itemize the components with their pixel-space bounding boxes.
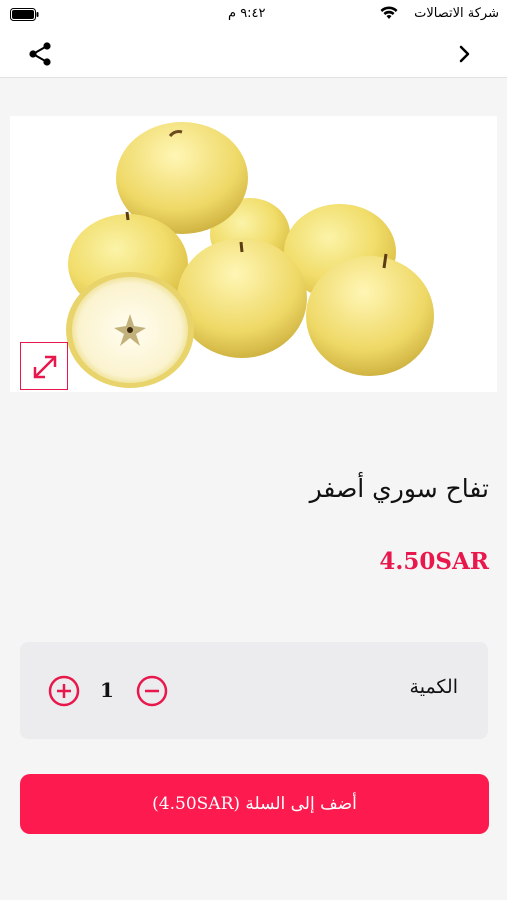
battery-icon bbox=[10, 8, 40, 25]
status-bar: شركة الاتصالات ٩:٤٢ م bbox=[0, 0, 507, 30]
expand-image-button[interactable] bbox=[20, 342, 68, 390]
quantity-value: 1 bbox=[100, 678, 114, 702]
expand-arrows-icon bbox=[33, 355, 57, 379]
wifi-icon bbox=[379, 5, 399, 25]
navigation-bar bbox=[0, 30, 507, 78]
apples-illustration bbox=[66, 122, 434, 388]
increase-quantity-button[interactable] bbox=[48, 675, 80, 707]
minus-circle-icon bbox=[136, 675, 168, 707]
product-price: 4.50SAR bbox=[379, 548, 489, 575]
back-chevron-icon[interactable] bbox=[457, 43, 473, 65]
plus-circle-icon bbox=[48, 675, 80, 707]
product-title: تفاح سوري أصفر bbox=[309, 474, 489, 503]
quantity-label: الكمية bbox=[409, 676, 458, 698]
quantity-selector: الكمية 1 bbox=[20, 642, 488, 739]
add-to-cart-button[interactable]: أضف إلى السلة (4.50SAR) bbox=[20, 774, 489, 834]
share-icon[interactable] bbox=[26, 40, 54, 68]
carrier-name: شركة الاتصالات bbox=[414, 6, 499, 21]
product-image[interactable] bbox=[10, 116, 497, 392]
clock: ٩:٤٢ م bbox=[228, 6, 266, 21]
decrease-quantity-button[interactable] bbox=[136, 675, 168, 707]
